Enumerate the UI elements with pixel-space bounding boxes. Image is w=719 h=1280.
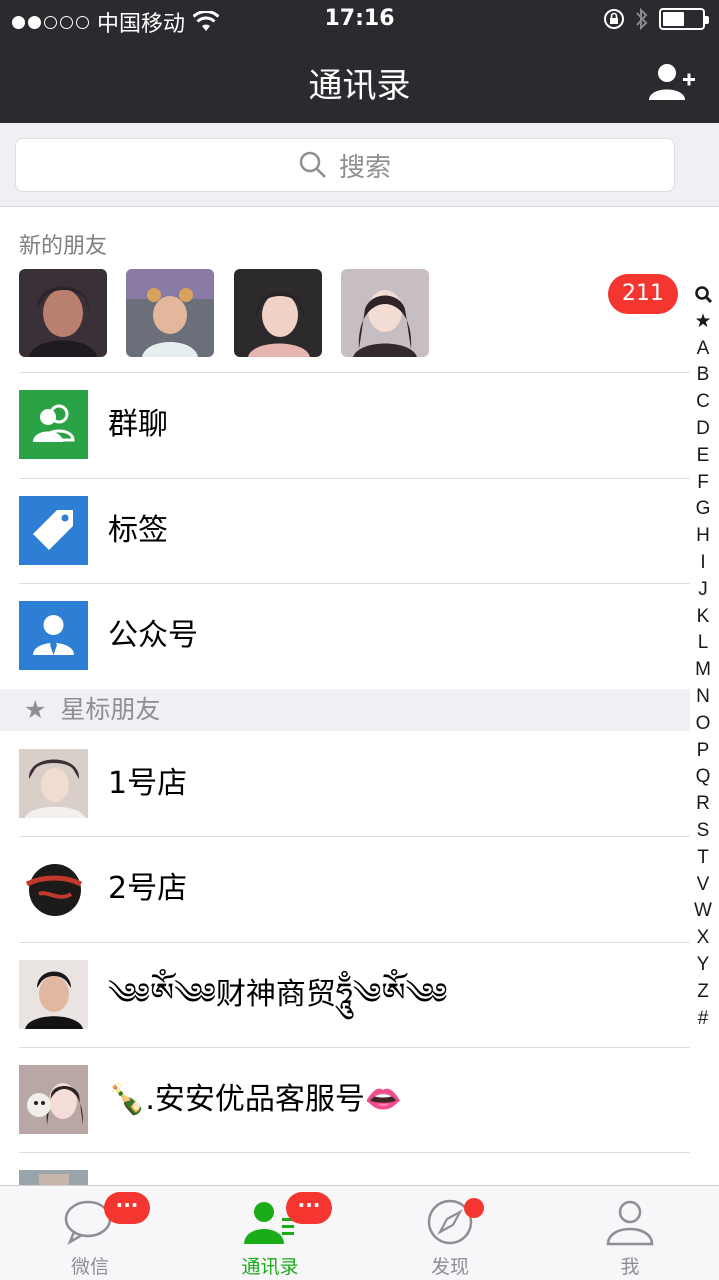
starred-section-header: ★ 星标朋友 xyxy=(0,689,690,731)
index-letter[interactable]: P xyxy=(690,738,716,765)
star-icon: ★ xyxy=(24,695,47,724)
new-friends-label: 新的朋友 xyxy=(19,234,108,259)
index-letter[interactable]: K xyxy=(690,604,716,631)
group-chat-label: 群聊 xyxy=(108,407,168,442)
contact-name: 2号店 xyxy=(108,871,188,906)
index-letter[interactable]: Y xyxy=(690,952,716,979)
index-letter[interactable]: M xyxy=(690,657,716,684)
tab-chats-badge: ··· xyxy=(104,1192,150,1224)
search-input[interactable]: 搜索 xyxy=(15,138,675,192)
tags-label: 标签 xyxy=(108,513,168,548)
top-bar: 中国移动 17:16 通讯录 xyxy=(0,0,719,123)
index-letter[interactable]: I xyxy=(690,550,716,577)
index-letter[interactable]: # xyxy=(690,1006,716,1033)
contact-row[interactable]: ༄༅ཨོཾ༄༅财神商贸ཧཱུྃ༄ཨོཾ༄༅ xyxy=(0,942,690,1048)
tag-icon xyxy=(19,496,88,565)
orientation-lock-icon xyxy=(604,9,624,29)
official-account-icon xyxy=(19,601,88,670)
person-icon xyxy=(606,1200,654,1246)
index-letter[interactable]: Z xyxy=(690,979,716,1006)
avatar xyxy=(19,854,88,923)
tab-me-label: 我 xyxy=(620,1256,640,1278)
group-chat-row[interactable]: 群聊 xyxy=(0,372,690,478)
avatar[interactable] xyxy=(234,269,322,357)
contact-row[interactable]: 1号店 xyxy=(0,731,690,837)
tab-discover[interactable]: 发现 xyxy=(360,1186,540,1280)
starred-header-label: 星标朋友 xyxy=(60,695,161,724)
tab-chats[interactable]: ··· 微信 xyxy=(0,1186,180,1280)
bluetooth-icon xyxy=(636,7,648,31)
tab-contacts-label: 通讯录 xyxy=(241,1256,299,1278)
tags-row[interactable]: 标签 xyxy=(0,478,690,584)
alphabet-index[interactable]: ★ A B C D E F G H I J K L M N O P Q R S … xyxy=(690,282,716,1032)
index-search-icon[interactable] xyxy=(690,282,716,309)
index-letter[interactable]: D xyxy=(690,416,716,443)
index-letter[interactable]: X xyxy=(690,925,716,952)
index-letter[interactable]: F xyxy=(690,470,716,497)
tab-bar: ··· 微信 ··· 通讯录 发现 我 xyxy=(0,1185,719,1280)
search-bar: 搜索 xyxy=(0,123,719,207)
index-letter[interactable]: E xyxy=(690,443,716,470)
avatar[interactable] xyxy=(341,269,429,357)
index-letter[interactable]: O xyxy=(690,711,716,738)
index-letter[interactable]: B xyxy=(690,362,716,389)
battery-icon xyxy=(659,8,709,30)
index-letter[interactable]: N xyxy=(690,684,716,711)
avatar[interactable] xyxy=(126,269,214,357)
index-letter[interactable]: R xyxy=(690,791,716,818)
index-letter[interactable]: ★ xyxy=(690,309,716,336)
index-letter[interactable]: V xyxy=(690,872,716,899)
index-letter[interactable]: C xyxy=(690,389,716,416)
contact-row[interactable]: 2号店 xyxy=(0,836,690,942)
avatar[interactable] xyxy=(19,269,107,357)
official-accounts-row[interactable]: 公众号 xyxy=(0,583,690,689)
contact-row[interactable]: 🍾.安安优品客服号👄 xyxy=(0,1047,690,1153)
avatar xyxy=(19,1170,88,1185)
status-bar: 中国移动 17:16 xyxy=(0,0,719,40)
index-letter[interactable]: Q xyxy=(690,764,716,791)
new-friends-section[interactable]: 新的朋友 211 xyxy=(0,208,690,372)
contact-row[interactable] xyxy=(0,1152,690,1185)
tab-discover-label: 发现 xyxy=(430,1256,469,1278)
index-letter[interactable]: L xyxy=(690,630,716,657)
index-letter[interactable]: S xyxy=(690,818,716,845)
index-letter[interactable]: T xyxy=(690,845,716,872)
new-friends-badge: 211 xyxy=(608,274,678,314)
tab-contacts-badge: ··· xyxy=(286,1192,332,1224)
avatar xyxy=(19,960,88,1029)
tab-contacts[interactable]: ··· 通讯录 xyxy=(180,1186,360,1280)
index-letter[interactable]: H xyxy=(690,523,716,550)
group-chat-icon xyxy=(19,390,88,459)
index-letter[interactable]: W xyxy=(690,898,716,925)
contact-name: ༄༅ཨོཾ༄༅财神商贸ཧཱུྃ༄ཨོཾ༄༅ xyxy=(108,977,448,1012)
avatar xyxy=(19,1065,88,1134)
index-letter[interactable]: G xyxy=(690,496,716,523)
tab-chats-label: 微信 xyxy=(70,1256,109,1278)
tab-me[interactable]: 我 xyxy=(540,1186,719,1280)
page-title: 通讯录 xyxy=(308,66,411,106)
add-contact-icon[interactable] xyxy=(647,62,697,102)
contact-name: 🍾.安安优品客服号👄 xyxy=(108,1082,403,1117)
tab-discover-dot xyxy=(464,1198,484,1218)
contact-name: 1号店 xyxy=(108,766,188,801)
search-icon xyxy=(299,151,326,178)
index-letter[interactable]: J xyxy=(690,577,716,604)
avatar xyxy=(19,749,88,818)
index-letter[interactable]: A xyxy=(690,336,716,363)
official-accounts-label: 公众号 xyxy=(108,618,198,653)
search-placeholder: 搜索 xyxy=(338,152,391,183)
